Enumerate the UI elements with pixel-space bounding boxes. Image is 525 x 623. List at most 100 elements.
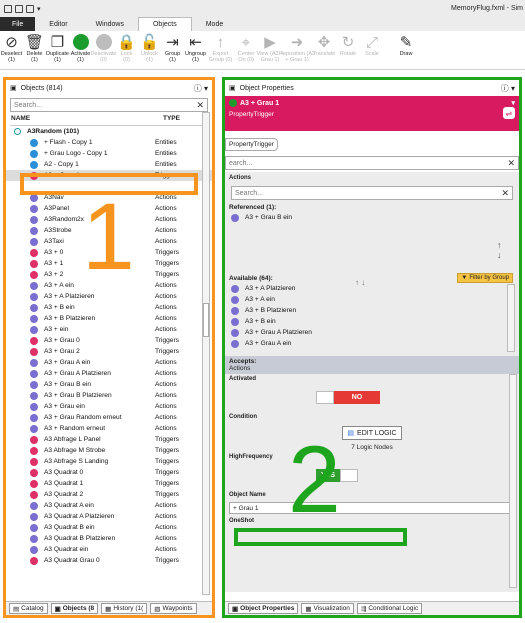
- action-icon: [30, 512, 38, 521]
- table-row[interactable]: A3 + Grau 2 Triggers: [6, 346, 212, 357]
- col-name[interactable]: NAME: [10, 115, 163, 125]
- trash-button[interactable]: 🗑 Delete (1): [23, 31, 46, 69]
- history-icon: ▦: [105, 605, 112, 613]
- table-row[interactable]: A3 + A Platzieren Actions: [6, 291, 212, 302]
- rotate-button[interactable]: ↻ Rotate: [336, 31, 360, 69]
- table-row[interactable]: A3 Abfrage M Strobe Triggers: [6, 445, 212, 456]
- unlock-button[interactable]: 🔓 Unlock (1): [138, 31, 161, 69]
- actions-clear-search-icon[interactable]: ✕: [501, 188, 509, 199]
- highfrequency-toggle[interactable]: YES: [316, 469, 519, 482]
- tab-objects[interactable]: ▣ Objects (8: [50, 603, 99, 614]
- tab-conditional-logic[interactable]: ⇶ Conditional Logic: [356, 603, 423, 614]
- ungroup-button[interactable]: ⇤ Ungroup (1): [184, 31, 207, 69]
- tab-visualization[interactable]: ▦ Visualization: [301, 603, 354, 614]
- lock-button[interactable]: 🔒 Lock (0): [115, 31, 138, 69]
- objects-search-input[interactable]: Search... ✕: [10, 98, 208, 112]
- edit-logic-button[interactable]: ▤ EDIT LOGIC: [342, 426, 402, 440]
- props-clear-search-icon[interactable]: ✕: [507, 158, 515, 169]
- table-row[interactable]: A3 Quadrat 0 Triggers: [6, 467, 212, 478]
- translate-button[interactable]: ✥ Translate: [312, 31, 336, 69]
- deselect-button[interactable]: ⊘ Deselect (1): [0, 31, 23, 69]
- table-row[interactable]: A3 + Random erneut Actions: [6, 423, 212, 434]
- action-icon: [30, 534, 38, 543]
- table-row[interactable]: A3 + Grau B Platzieren Actions: [6, 390, 212, 401]
- table-row[interactable]: A3 + ein Actions: [6, 324, 212, 335]
- table-row[interactable]: A2 - Copy 1 Entities: [6, 159, 212, 170]
- table-row[interactable]: A3 + Grau 0 Triggers: [6, 335, 212, 346]
- export-button[interactable]: ↑ Export Group (0): [207, 31, 234, 69]
- table-row[interactable]: A3 + Grau B ein Actions: [6, 379, 212, 390]
- objects-scroll-thumb[interactable]: [203, 303, 209, 337]
- move-up-down-icon[interactable]: ↑ ↓: [497, 240, 502, 260]
- table-row[interactable]: A3 Quadrat B Platzieren Actions: [6, 533, 212, 544]
- transfer-arrows-icon[interactable]: ↑ ↓: [355, 278, 365, 287]
- object-name-input[interactable]: + Grau 1: [229, 502, 515, 514]
- menu-mode[interactable]: Mode: [192, 17, 238, 31]
- available-item[interactable]: A3 + B ein: [225, 316, 519, 327]
- help-icon[interactable]: ⓘ ▾: [194, 83, 208, 94]
- menu-editor[interactable]: Editor: [35, 17, 81, 31]
- table-row[interactable]: + Grau Logo - Copy 1 Entities: [6, 148, 212, 159]
- props-help-icon[interactable]: ⓘ ▾: [501, 83, 515, 94]
- tab-object-properties[interactable]: ▣ Object Properties: [228, 603, 299, 614]
- table-row[interactable]: A3 + Grau A Platzieren Actions: [6, 368, 212, 379]
- table-row[interactable]: A3 Quadrat ein Actions: [6, 544, 212, 555]
- tab-waypoints[interactable]: ▧ Waypoints: [150, 603, 197, 614]
- table-row[interactable]: A3 Abfrage L Panel Triggers: [6, 434, 212, 445]
- draw-button[interactable]: ✎ Draw: [394, 31, 418, 69]
- activated-no-button[interactable]: NO: [334, 391, 380, 404]
- menu-file[interactable]: File: [0, 17, 36, 31]
- table-row[interactable]: A3 + B ein Actions: [6, 302, 212, 313]
- table-row[interactable]: A3 Quadrat B ein Actions: [6, 522, 212, 533]
- quick-access-chevron-icon[interactable]: ▾: [37, 5, 41, 13]
- table-row[interactable]: A3 Quadrat A Platzieren Actions: [6, 511, 212, 522]
- activate-button[interactable]: Activate (1): [69, 31, 92, 69]
- table-row[interactable]: A3 Quadrat A ein Actions: [6, 500, 212, 511]
- available-item[interactable]: A3 + A ein: [225, 294, 519, 305]
- highfrequency-toggle-off[interactable]: [340, 469, 358, 482]
- table-row[interactable]: A3 Quadrat 1 Triggers: [6, 478, 212, 489]
- available-scrollbar[interactable]: [507, 284, 515, 352]
- filter-by-group-button[interactable]: ▼ Filter by Group: [457, 273, 513, 283]
- available-item[interactable]: A3 + B Platzieren: [225, 305, 519, 316]
- menu-windows[interactable]: Windows: [82, 17, 138, 31]
- clear-search-icon[interactable]: ✕: [196, 100, 204, 111]
- group-button[interactable]: ⇥ Group (1): [161, 31, 184, 69]
- table-row[interactable]: A3 Quadrat Grau 0 Triggers: [6, 555, 212, 566]
- collapse-chevron-icon[interactable]: ▾: [511, 99, 515, 107]
- center-icon: ⌖: [241, 33, 251, 51]
- objects-scrollbar[interactable]: [202, 112, 210, 595]
- group-row[interactable]: A3Random (101): [6, 126, 212, 137]
- center-button[interactable]: ⌖ Center On (0): [234, 31, 258, 69]
- scale-button[interactable]: ⤢ Scale: [360, 31, 384, 69]
- table-row[interactable]: A3 + Grau Random erneut Actions: [6, 412, 212, 423]
- table-row[interactable]: A3 Quadrat 2 Triggers: [6, 489, 212, 500]
- reposition-button[interactable]: ➜ Reposition (A3 + Grau 1): [279, 31, 315, 69]
- available-item[interactable]: A3 + Grau A Platzieren: [225, 327, 519, 338]
- actions-search-input[interactable]: Search... ✕: [231, 186, 513, 200]
- save-icon[interactable]: [15, 4, 23, 13]
- table-row[interactable]: + Flash - Copy 1 Entities: [6, 137, 212, 148]
- properties-scrollbar[interactable]: [509, 374, 517, 588]
- referenced-item[interactable]: A3 + Grau B ein: [225, 212, 519, 223]
- available-item[interactable]: A3 + Grau A ein: [225, 338, 519, 349]
- folder-icon[interactable]: [26, 4, 34, 13]
- table-row[interactable]: A3 + Grau ein Actions: [6, 401, 212, 412]
- props-search-input[interactable]: earch... ✕: [225, 156, 519, 170]
- activated-toggle-off[interactable]: [316, 391, 334, 404]
- deactivate-button[interactable]: Deactivate (0): [91, 31, 117, 69]
- view-button[interactable]: ▶ View (A3 + Grau 1): [257, 31, 284, 69]
- table-row[interactable]: A3 + B Platzieren Actions: [6, 313, 212, 324]
- row-type: Triggers: [155, 249, 179, 256]
- tab-catalog[interactable]: ▤ Catalog: [9, 603, 48, 614]
- available-item[interactable]: A3 + A Platzieren: [225, 283, 519, 294]
- table-row[interactable]: A3 + Grau A ein Actions: [6, 357, 212, 368]
- activated-toggle[interactable]: NO: [316, 391, 519, 404]
- ribbon-toolbar: ⊘ Deselect (1) 🗑 Delete (1) ❐ Duplicate (1) Activ…: [0, 31, 525, 70]
- duplicate-button[interactable]: ❐ Duplicate (1): [46, 31, 69, 69]
- group-toggle-icon[interactable]: [14, 128, 21, 135]
- breadcrumb-property-trigger[interactable]: PropertyTrigger: [225, 137, 278, 151]
- table-row[interactable]: A3 Abfrage S Landing Triggers: [6, 456, 212, 467]
- menu-objects[interactable]: Objects: [137, 17, 192, 31]
- tab-history[interactable]: ▦ History (1(: [101, 603, 148, 614]
